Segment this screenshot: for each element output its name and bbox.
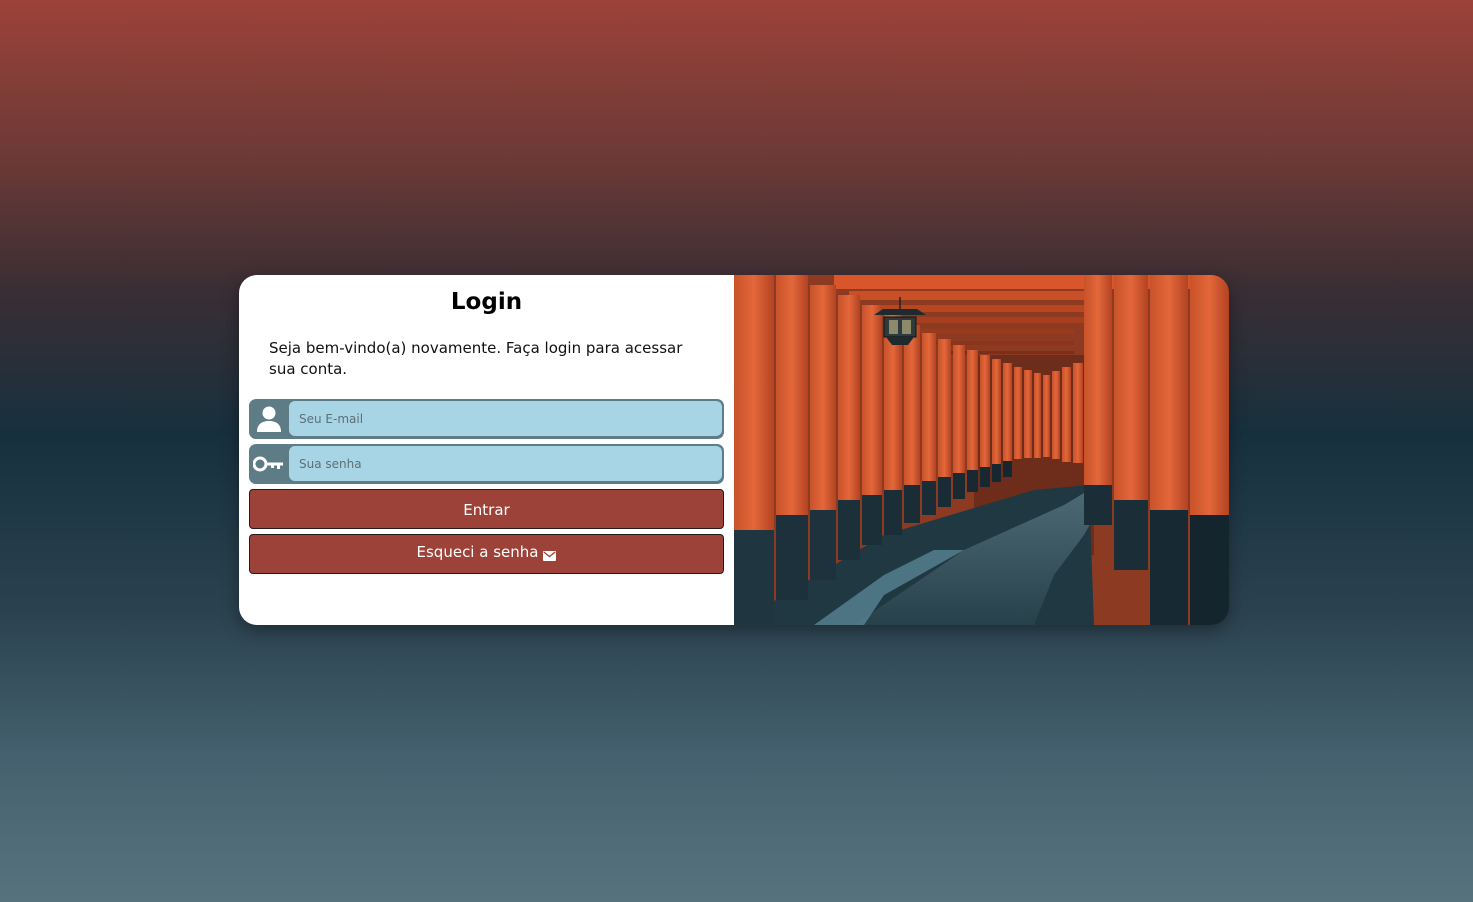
password-field-group (249, 444, 724, 484)
email-input[interactable] (289, 401, 722, 436)
login-panel: Login Seja bem-vindo(a) novamente. Faça … (239, 275, 734, 625)
key-icon (249, 444, 289, 484)
forgot-password-button[interactable]: Esqueci a senha (249, 534, 724, 574)
forgot-password-label: Esqueci a senha (416, 542, 539, 561)
enter-button[interactable]: Entrar (249, 489, 724, 529)
torii-gates-photo (734, 275, 1229, 625)
welcome-text: Seja bem-vindo(a) novamente. Faça login … (269, 339, 683, 378)
mail-icon (543, 545, 557, 567)
login-card: Login Seja bem-vindo(a) novamente. Faça … (239, 275, 1229, 625)
enter-button-label: Entrar (463, 501, 510, 519)
torii-gates-illustration (734, 275, 1229, 625)
user-icon (249, 399, 289, 439)
page-title: Login (450, 289, 523, 315)
password-input[interactable] (289, 446, 722, 481)
email-field-group (249, 399, 724, 439)
